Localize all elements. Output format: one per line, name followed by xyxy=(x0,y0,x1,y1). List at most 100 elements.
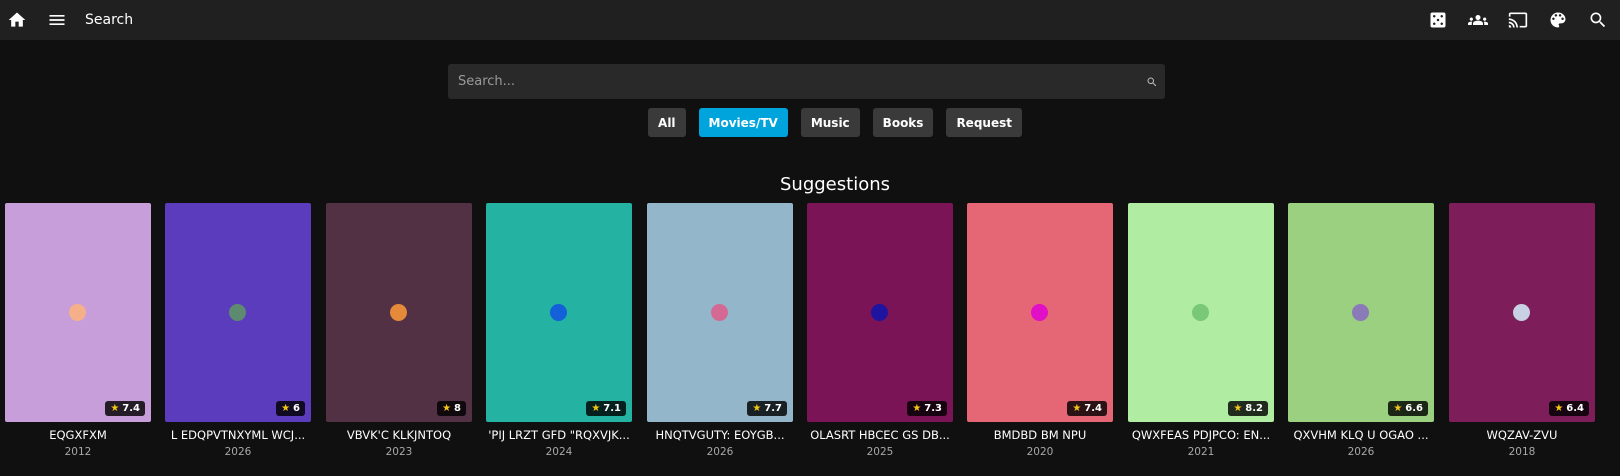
rating-badge: ★ 7.7 xyxy=(747,401,787,416)
star-icon: ★ xyxy=(591,403,601,414)
card-title[interactable]: OLASRT HBCEC GS DB... xyxy=(807,428,953,442)
poster-placeholder-icon xyxy=(229,304,246,321)
star-icon: ★ xyxy=(442,403,452,414)
filter-movies-tv[interactable]: Movies/TV xyxy=(698,108,788,137)
star-icon: ★ xyxy=(752,403,762,414)
menu-icon xyxy=(49,15,65,25)
filter-all[interactable]: All xyxy=(648,108,686,137)
suggestions-heading: Suggestions xyxy=(780,174,890,195)
rating-value: 7.3 xyxy=(924,403,942,414)
random-button[interactable] xyxy=(1418,0,1458,40)
syncplay-button[interactable] xyxy=(1458,0,1498,40)
search-box xyxy=(448,64,1165,99)
card-title[interactable]: QWXFEAS PDJPCO: EN... xyxy=(1128,428,1274,442)
card-title[interactable]: WQZAV-ZVU xyxy=(1449,428,1595,442)
star-icon: ★ xyxy=(281,403,291,414)
rating-badge: ★ 6.6 xyxy=(1388,401,1428,416)
dice-icon xyxy=(1430,12,1446,28)
menu-button[interactable] xyxy=(37,0,77,40)
rating-value: 7.4 xyxy=(1084,403,1102,414)
card-poster[interactable]: ★ 8.2 xyxy=(1128,203,1274,422)
suggestions-row: ★ 7.4 EQGXFXM 2012 ★ 6 L EDQPVTNXYML WCJ... 202… xyxy=(5,203,1617,476)
magnifier-icon xyxy=(1147,77,1157,86)
suggestion-card[interactable]: ★ 7.4 EQGXFXM 2012 xyxy=(5,203,151,463)
card-year: 2026 xyxy=(706,446,734,458)
card-title[interactable]: QXVHM KLQ U OGAO ... xyxy=(1288,428,1434,442)
suggestion-card[interactable]: ★ 8 VBVK'C KLKJNTOQ 2023 xyxy=(326,203,472,463)
card-poster[interactable]: ★ 6.6 xyxy=(1288,203,1434,422)
star-icon: ★ xyxy=(110,403,120,414)
suggestion-card[interactable]: ★ 7.3 OLASRT HBCEC GS DB... 2025 xyxy=(807,203,953,463)
rating-value: 6.6 xyxy=(1405,403,1423,414)
poster-placeholder-icon xyxy=(69,304,86,321)
suggestion-card[interactable]: ★ 8.2 QWXFEAS PDJPCO: EN... 2021 xyxy=(1128,203,1274,463)
star-icon: ★ xyxy=(1393,403,1403,414)
card-year: 2024 xyxy=(545,446,573,458)
card-year: 2025 xyxy=(866,446,894,458)
home-icon xyxy=(8,12,26,27)
cast-icon xyxy=(1508,12,1528,28)
filter-music[interactable]: Music xyxy=(800,108,860,137)
card-poster[interactable]: ★ 8 xyxy=(326,203,472,422)
rating-badge: ★ 7.1 xyxy=(586,401,626,416)
search-icon xyxy=(1590,12,1606,28)
poster-placeholder-icon xyxy=(390,304,407,321)
page-title: Search xyxy=(85,12,134,28)
card-year: 2020 xyxy=(1026,446,1054,458)
card-poster[interactable]: ★ 7.1 xyxy=(486,203,632,422)
card-title[interactable]: L EDQPVTNXYML WCJ... xyxy=(165,428,311,442)
card-year: 2023 xyxy=(385,446,413,458)
card-title[interactable]: HNQTVGUTY: EOYGB... xyxy=(647,428,793,442)
users-icon xyxy=(1468,15,1488,25)
rating-value: 7.4 xyxy=(122,403,140,414)
card-poster[interactable]: ★ 7.4 xyxy=(5,203,151,422)
filter-request[interactable]: Request xyxy=(946,108,1022,137)
rating-badge: ★ 6 xyxy=(276,401,305,416)
suggestion-card[interactable]: ★ 6.6 QXVHM KLQ U OGAO ... 2026 xyxy=(1288,203,1434,463)
suggestion-card[interactable]: ★ 6.4 WQZAV-ZVU 2018 xyxy=(1449,203,1595,463)
poster-placeholder-icon xyxy=(711,304,728,321)
poster-placeholder-icon xyxy=(871,304,888,321)
rating-value: 8.2 xyxy=(1245,403,1263,414)
card-poster[interactable]: ★ 7.7 xyxy=(647,203,793,422)
suggestion-card[interactable]: ★ 7.7 HNQTVGUTY: EOYGB... 2026 xyxy=(647,203,793,463)
rating-value: 8 xyxy=(454,403,461,414)
card-poster[interactable]: ★ 6 xyxy=(165,203,311,422)
card-year: 2012 xyxy=(64,446,92,458)
star-icon: ★ xyxy=(1554,403,1564,414)
top-bar: Search xyxy=(0,0,1620,40)
card-poster[interactable]: ★ 6.4 xyxy=(1449,203,1595,422)
card-year: 2018 xyxy=(1508,446,1536,458)
card-year: 2026 xyxy=(1347,446,1375,458)
poster-placeholder-icon xyxy=(1352,304,1369,321)
search-filters: All Movies/TV Music Books Request xyxy=(0,108,1620,137)
rating-badge: ★ 6.4 xyxy=(1549,401,1589,416)
suggestion-card[interactable]: ★ 6 L EDQPVTNXYML WCJ... 2026 xyxy=(165,203,311,463)
card-title[interactable]: BMDBD BM NPU xyxy=(967,428,1113,442)
rating-badge: ★ 7.3 xyxy=(907,401,947,416)
filter-books[interactable]: Books xyxy=(872,108,934,137)
search-button[interactable] xyxy=(1578,0,1618,40)
rating-badge: ★ 8 xyxy=(437,401,466,416)
suggestion-card[interactable]: ★ 7.1 'PIJ LRZT GFD "RQXVJK... 2024 xyxy=(486,203,632,463)
theme-button[interactable] xyxy=(1538,0,1578,40)
top-bar-actions xyxy=(1418,0,1620,40)
home-button[interactable] xyxy=(0,0,37,40)
suggestion-card[interactable]: ★ 7.4 BMDBD BM NPU 2020 xyxy=(967,203,1113,463)
search-field-icon[interactable] xyxy=(1139,64,1165,99)
card-poster[interactable]: ★ 7.3 xyxy=(807,203,953,422)
rating-value: 6.4 xyxy=(1566,403,1584,414)
cast-button[interactable] xyxy=(1498,0,1538,40)
poster-placeholder-icon xyxy=(1192,304,1209,321)
card-year: 2021 xyxy=(1187,446,1215,458)
card-title[interactable]: 'PIJ LRZT GFD "RQXVJK... xyxy=(486,428,632,442)
poster-placeholder-icon xyxy=(1513,304,1530,321)
poster-placeholder-icon xyxy=(550,304,567,321)
card-title[interactable]: EQGXFXM xyxy=(5,428,151,442)
card-title[interactable]: VBVK'C KLKJNTOQ xyxy=(326,428,472,442)
card-year: 2026 xyxy=(224,446,252,458)
card-poster[interactable]: ★ 7.4 xyxy=(967,203,1113,422)
star-icon: ★ xyxy=(1072,403,1082,414)
search-input[interactable] xyxy=(448,64,1139,99)
rating-value: 6 xyxy=(293,403,300,414)
